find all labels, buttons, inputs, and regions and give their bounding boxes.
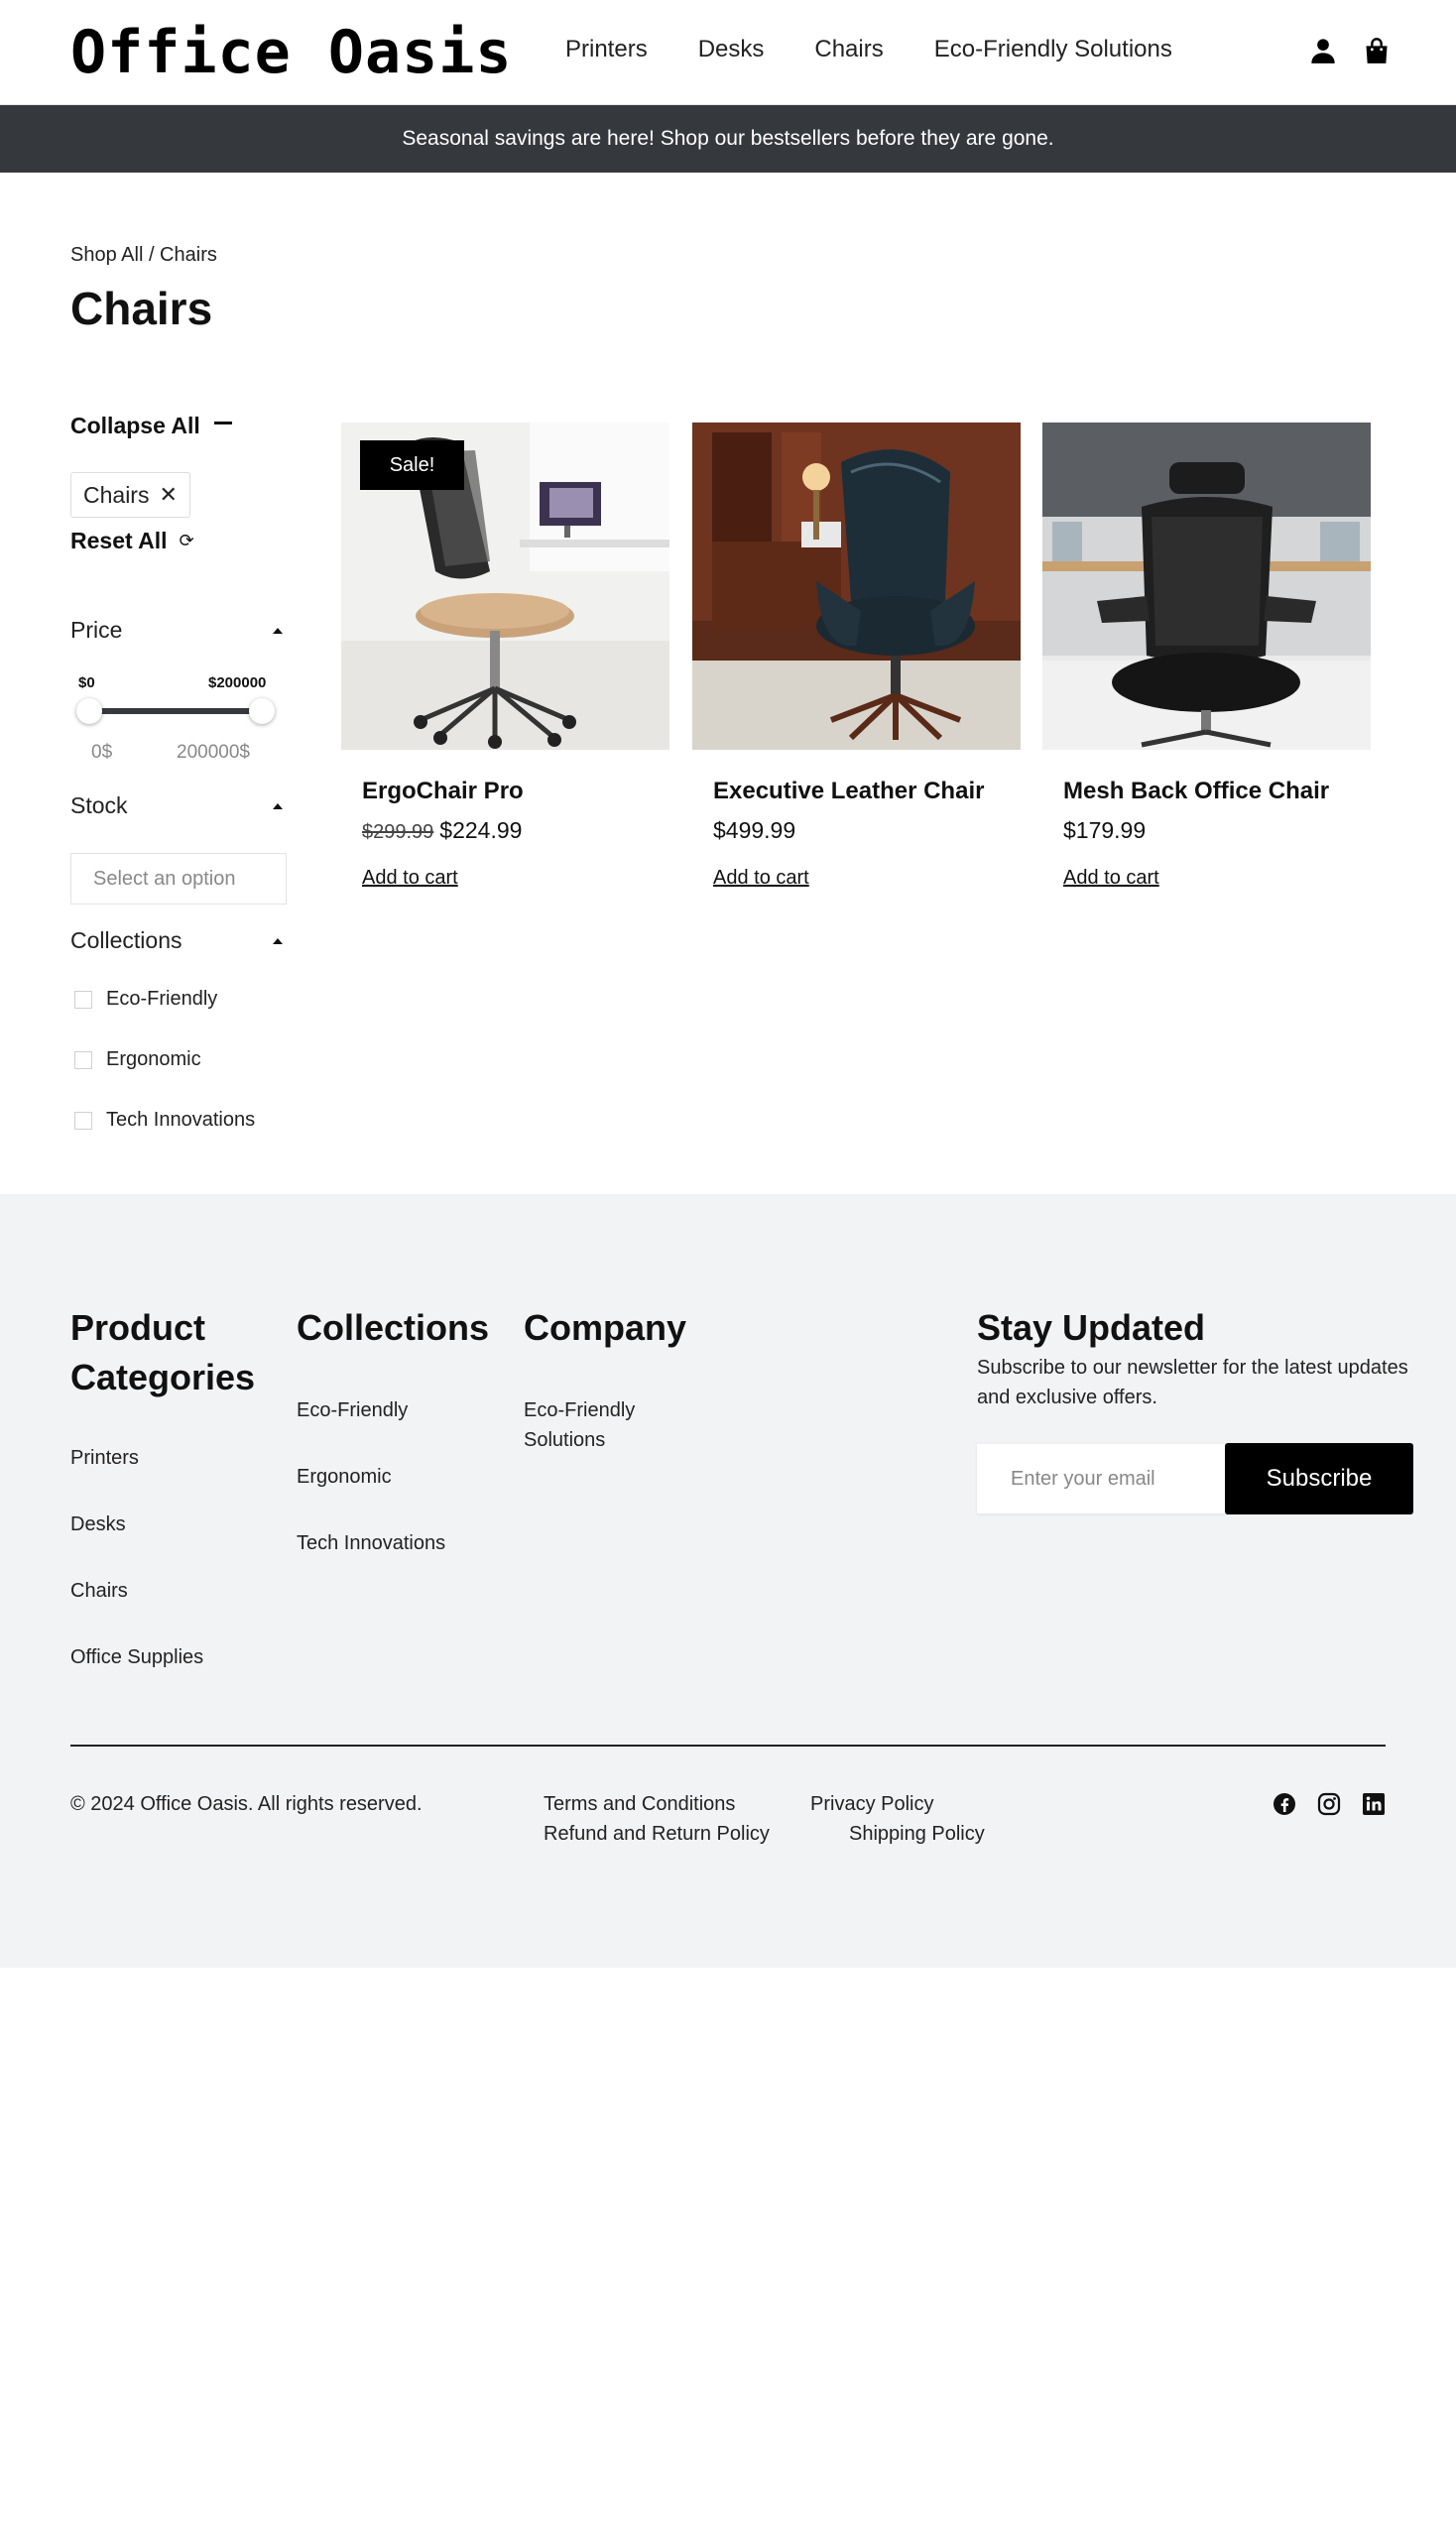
linkedin-icon[interactable] bbox=[1362, 1792, 1386, 1816]
facebook-icon[interactable] bbox=[1273, 1792, 1296, 1816]
refund-link[interactable]: Refund and Return Policy bbox=[544, 1819, 770, 1849]
collection-option-label: Eco-Friendly bbox=[106, 988, 218, 1010]
price-filter-label: Price bbox=[70, 617, 123, 643]
price-slider-track[interactable] bbox=[90, 708, 265, 714]
footer-heading-company: Company bbox=[524, 1307, 687, 1348]
shipping-link[interactable]: Shipping Policy bbox=[849, 1819, 985, 1849]
nav-eco-friendly-solutions[interactable]: Eco-Friendly Solutions bbox=[934, 36, 1172, 63]
site-footer: Product Categories Printers Desks Chairs… bbox=[0, 1194, 1456, 1968]
nav-desks[interactable]: Desks bbox=[698, 36, 765, 63]
product-image[interactable] bbox=[1042, 423, 1371, 750]
account-icon[interactable] bbox=[1309, 36, 1337, 65]
stock-filter-label: Stock bbox=[70, 792, 128, 818]
newsletter-heading: Stay Updated bbox=[977, 1307, 1206, 1348]
footer-link-desks[interactable]: Desks bbox=[70, 1510, 126, 1539]
checkbox[interactable] bbox=[74, 1111, 92, 1130]
footer-link-office-supplies[interactable]: Office Supplies bbox=[70, 1642, 203, 1672]
stock-select[interactable]: Select an option bbox=[70, 853, 287, 905]
product-image[interactable] bbox=[692, 423, 1021, 750]
stock-filter-toggle[interactable]: Stock bbox=[70, 792, 287, 819]
header-icons bbox=[1309, 36, 1391, 65]
footer-heading-product-categories: Product Categories bbox=[70, 1307, 256, 1397]
price-min-label: $0 bbox=[78, 674, 95, 691]
add-to-cart-button[interactable]: Add to cart bbox=[362, 867, 458, 890]
footer-link-eco-friendly-solutions[interactable]: Eco-Friendly Solutions bbox=[524, 1395, 635, 1455]
collections-filter-label: Collections bbox=[70, 927, 182, 953]
collection-option-eco-friendly[interactable]: Eco-Friendly bbox=[74, 988, 217, 1011]
price-slider-max-handle[interactable] bbox=[249, 698, 275, 724]
product-card: Mesh Back Office Chair $179.99 Add to ca… bbox=[1042, 423, 1371, 889]
subscribe-button[interactable]: Subscribe bbox=[1225, 1443, 1413, 1514]
main-nav: Printers Desks Chairs Eco-Friendly Solut… bbox=[565, 36, 1172, 63]
nav-printers[interactable]: Printers bbox=[565, 36, 648, 63]
footer-link-chairs[interactable]: Chairs bbox=[70, 1576, 128, 1606]
privacy-link[interactable]: Privacy Policy bbox=[810, 1789, 933, 1819]
breadcrumb[interactable]: Shop All / Chairs bbox=[70, 244, 217, 267]
add-to-cart-button[interactable]: Add to cart bbox=[713, 867, 809, 890]
collection-option-ergonomic[interactable]: Ergonomic bbox=[74, 1048, 201, 1071]
collections-filter-toggle[interactable]: Collections bbox=[70, 927, 287, 954]
product-name[interactable]: Executive Leather Chair bbox=[713, 778, 984, 805]
price-filter-toggle[interactable]: Price bbox=[70, 617, 287, 644]
reset-all-button[interactable]: Reset All ⟳ bbox=[70, 528, 194, 554]
active-filter-label: Chairs bbox=[83, 481, 150, 508]
sale-price: $224.99 bbox=[439, 817, 523, 843]
footer-divider bbox=[70, 1745, 1386, 1747]
price-max-value: 200000$ bbox=[177, 742, 250, 763]
newsletter-email-input[interactable]: Enter your email bbox=[977, 1444, 1227, 1513]
collection-option-tech-innovations[interactable]: Tech Innovations bbox=[74, 1109, 255, 1132]
instagram-icon[interactable] bbox=[1317, 1792, 1341, 1816]
price-slider-min-handle[interactable] bbox=[76, 698, 102, 724]
refresh-icon: ⟳ bbox=[179, 531, 194, 550]
close-icon[interactable]: ✕ bbox=[159, 482, 177, 508]
nav-chairs[interactable]: Chairs bbox=[814, 36, 883, 63]
site-header: Office Oasis Printers Desks Chairs Eco-F… bbox=[0, 0, 1456, 105]
copyright-text: © 2024 Office Oasis. All rights reserved… bbox=[70, 1793, 423, 1815]
product-name[interactable]: ErgoChair Pro bbox=[362, 778, 524, 805]
shopping-bag-icon[interactable] bbox=[1363, 36, 1391, 65]
active-filter-chip: Chairs ✕ bbox=[70, 472, 190, 518]
product-image[interactable]: Sale! bbox=[341, 423, 669, 750]
product-name[interactable]: Mesh Back Office Chair bbox=[1063, 778, 1329, 805]
add-to-cart-button[interactable]: Add to cart bbox=[1063, 867, 1159, 890]
footer-link-tech-innovations[interactable]: Tech Innovations bbox=[297, 1528, 445, 1558]
page-title: Chairs bbox=[70, 283, 213, 334]
chevron-up-icon bbox=[273, 627, 283, 634]
footer-link-printers[interactable]: Printers bbox=[70, 1443, 139, 1473]
original-price: $299.99 bbox=[362, 821, 434, 843]
collection-option-label: Tech Innovations bbox=[106, 1109, 256, 1131]
footer-link-eco-friendly[interactable]: Eco-Friendly bbox=[297, 1395, 408, 1425]
collapse-all-button[interactable]: Collapse All bbox=[70, 413, 232, 439]
checkbox[interactable] bbox=[74, 990, 92, 1009]
reset-all-label: Reset All bbox=[70, 528, 168, 553]
newsletter-description: Subscribe to our newsletter for the late… bbox=[977, 1357, 1408, 1408]
footer-link-ergonomic[interactable]: Ergonomic bbox=[297, 1462, 392, 1492]
product-price: $499.99 bbox=[713, 817, 796, 843]
price-min-value: 0$ bbox=[91, 742, 113, 763]
chevron-up-icon bbox=[273, 802, 283, 809]
chevron-up-icon bbox=[273, 937, 283, 944]
sale-badge: Sale! bbox=[360, 440, 464, 490]
collapse-all-label: Collapse All bbox=[70, 413, 200, 438]
product-card: Executive Leather Chair $499.99 Add to c… bbox=[692, 423, 1021, 889]
product-price: $179.99 bbox=[1063, 817, 1147, 843]
terms-link[interactable]: Terms and Conditions bbox=[544, 1789, 735, 1819]
minus-icon bbox=[213, 422, 232, 424]
price-max-label: $200000 bbox=[208, 674, 267, 691]
promo-banner: Seasonal savings are here! Shop our best… bbox=[0, 105, 1456, 173]
collection-option-label: Ergonomic bbox=[106, 1048, 201, 1070]
footer-heading-collections: Collections bbox=[297, 1307, 490, 1348]
site-logo[interactable]: Office Oasis bbox=[70, 18, 512, 87]
product-price: $299.99 $224.99 bbox=[362, 817, 522, 844]
checkbox[interactable] bbox=[74, 1050, 92, 1069]
product-card: Sale! ErgoChair Pro $299.99 $224.99 Add t… bbox=[341, 423, 669, 889]
